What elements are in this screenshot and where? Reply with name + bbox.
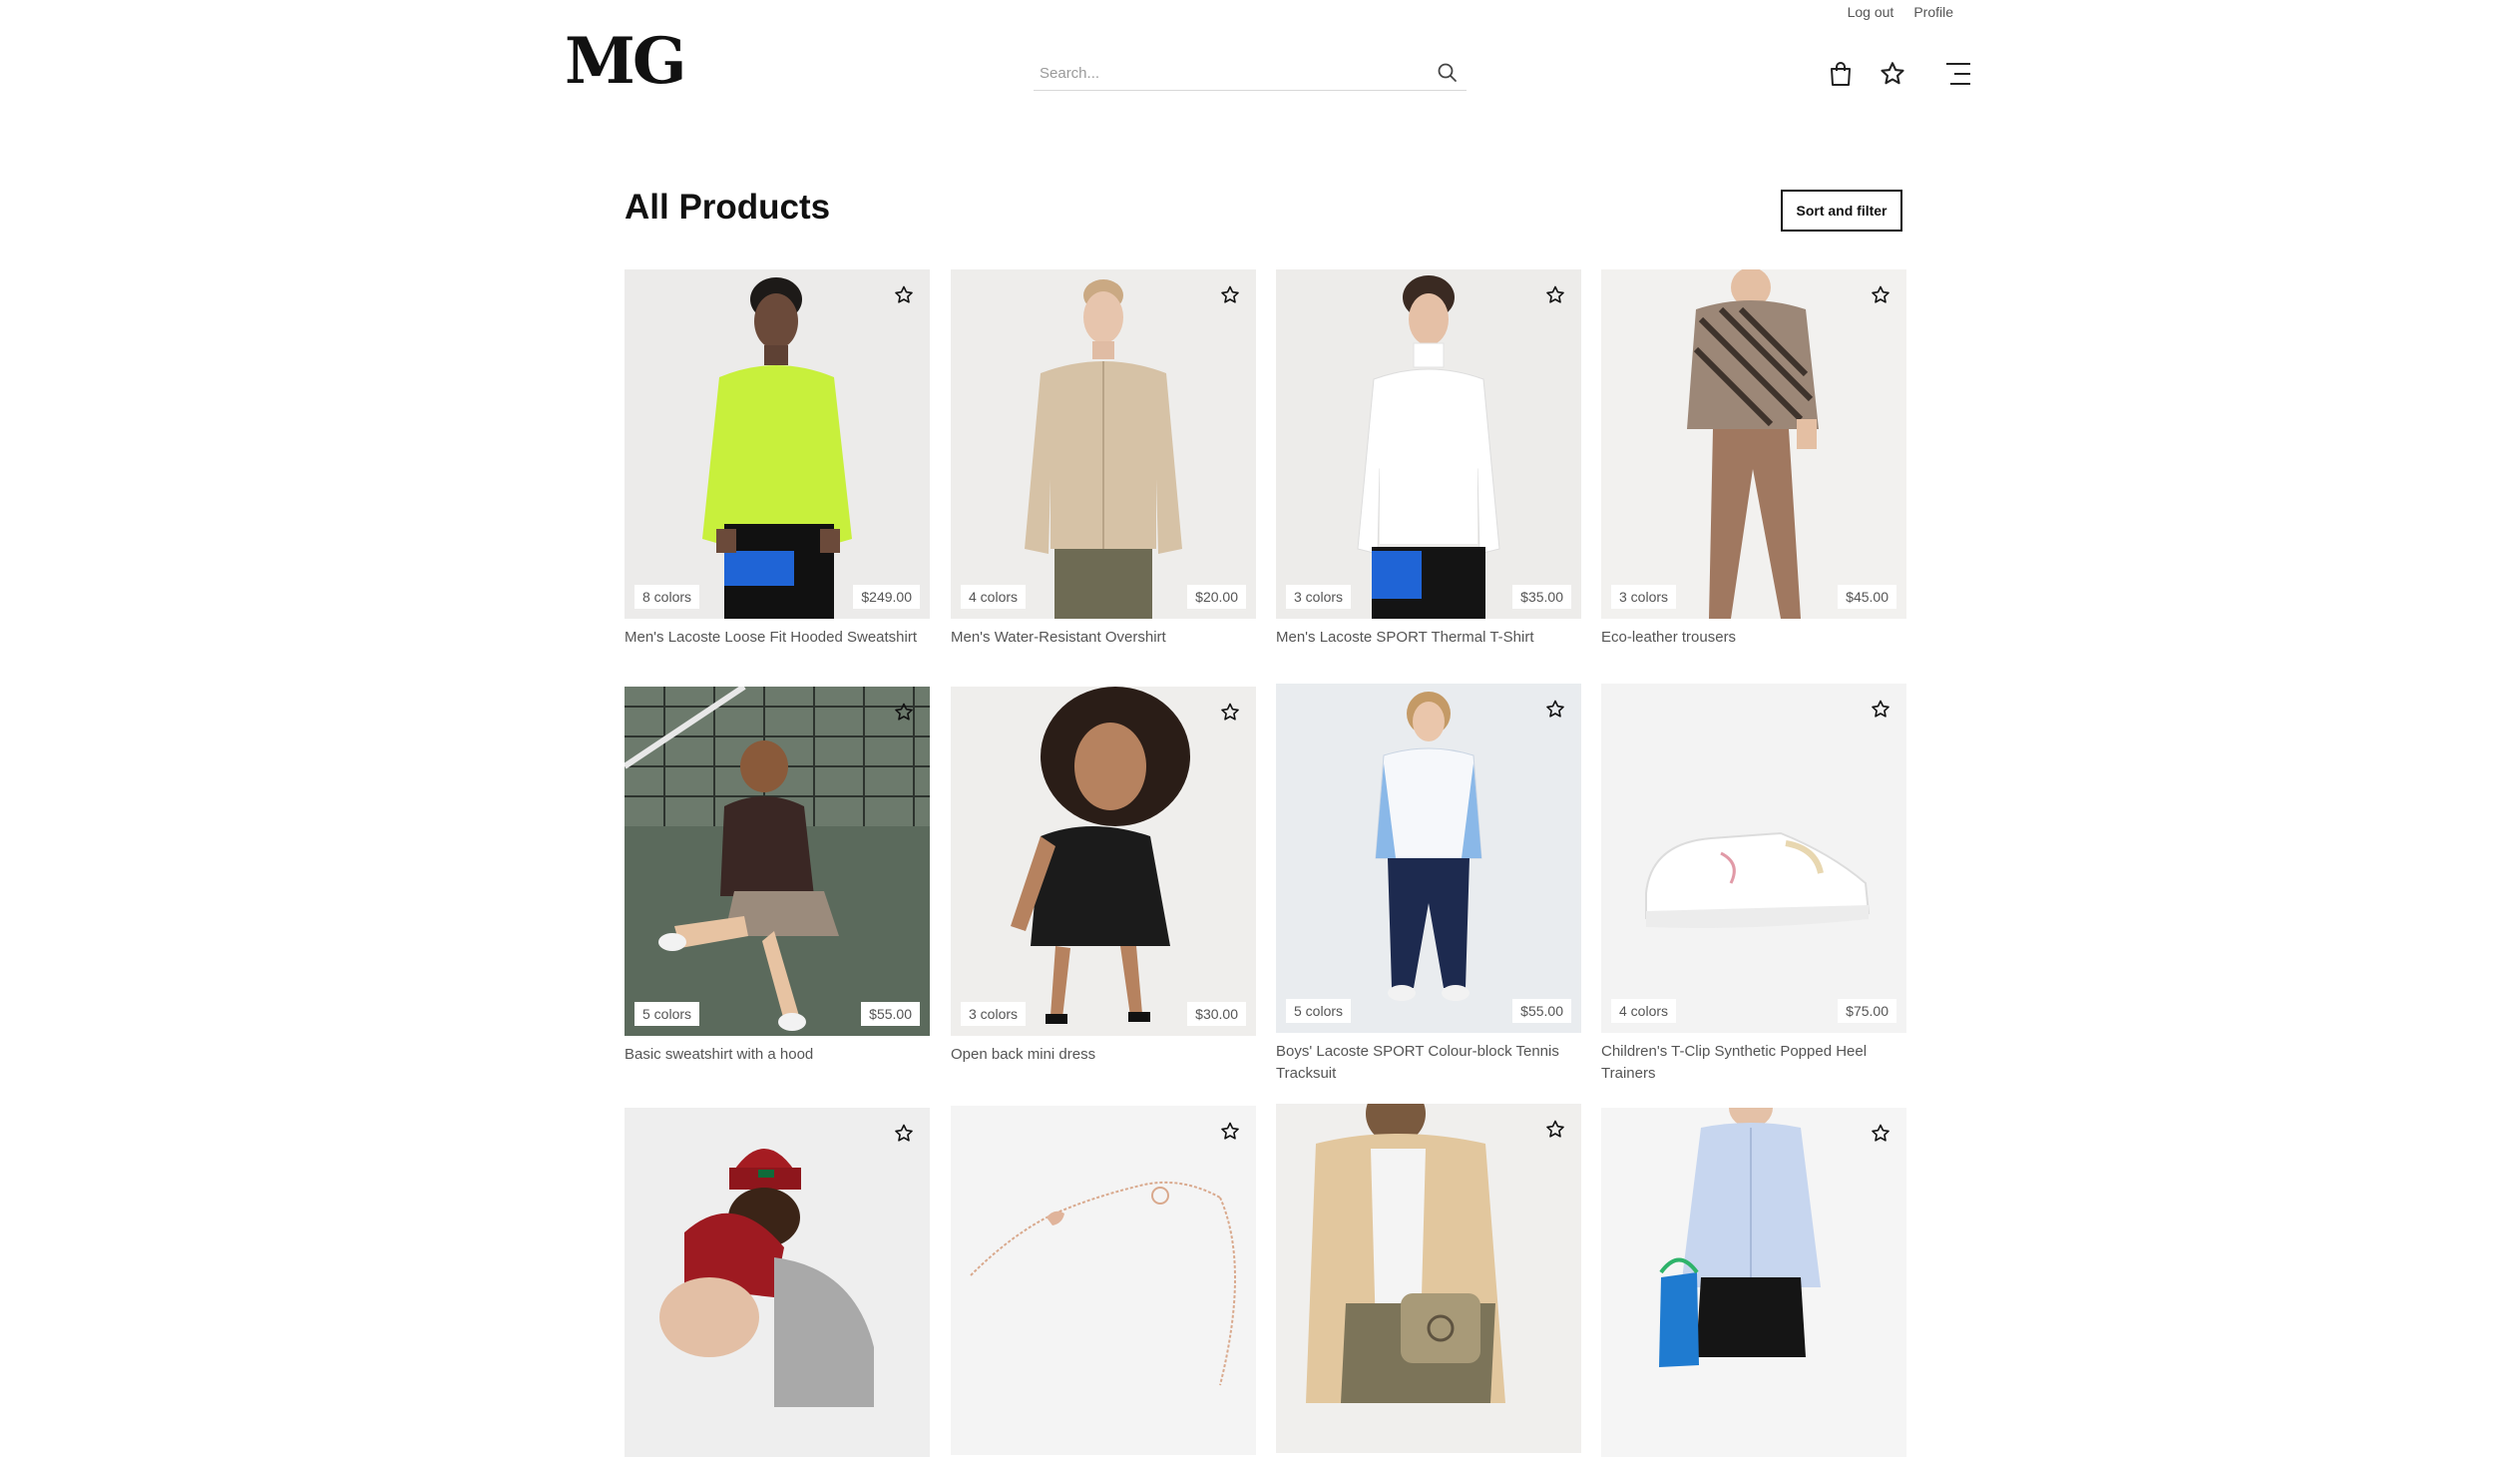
product-image[interactable]: 8 colors $249.00 [625, 269, 930, 619]
product-card[interactable]: 3 colors $30.00 Open back mini dress [951, 687, 1256, 1066]
product-card[interactable] [1276, 1104, 1581, 1453]
price-badge: $30.00 [1187, 1002, 1246, 1026]
product-name[interactable]: Eco-leather trousers [1601, 627, 1906, 649]
price-badge: $55.00 [1512, 999, 1571, 1023]
search-bar [1034, 56, 1467, 91]
price-badge: $20.00 [1187, 585, 1246, 609]
product-card[interactable]: 3 colors $45.00 Eco-leather trousers [1601, 269, 1906, 649]
favorite-star-icon[interactable] [1218, 283, 1242, 307]
logout-link[interactable]: Log out [1848, 4, 1894, 20]
color-count-badge: 3 colors [1286, 585, 1352, 609]
product-image[interactable] [1276, 1104, 1581, 1453]
product-card[interactable] [1601, 1108, 1906, 1457]
product-name[interactable]: Children's T-Clip Synthetic Popped Heel … [1601, 1041, 1906, 1085]
favorite-star-icon[interactable] [892, 1122, 916, 1146]
price-badge: $45.00 [1838, 585, 1896, 609]
favorite-star-icon[interactable] [1543, 1118, 1567, 1142]
product-card[interactable]: 4 colors $75.00 Children's T-Clip Synthe… [1601, 684, 1906, 1085]
logo[interactable]: MG [565, 30, 686, 94]
product-image[interactable]: 3 colors $35.00 [1276, 269, 1581, 619]
favorite-star-icon[interactable] [892, 283, 916, 307]
header-actions [1825, 58, 1974, 90]
favorite-star-icon[interactable] [892, 701, 916, 725]
product-image[interactable] [625, 1108, 930, 1457]
product-image[interactable] [951, 1106, 1256, 1455]
product-card[interactable]: 5 colors $55.00 Basic sweatshirt with a … [625, 687, 930, 1066]
product-name[interactable]: Boys' Lacoste SPORT Colour-block Tennis … [1276, 1041, 1581, 1085]
price-badge: $75.00 [1838, 999, 1896, 1023]
product-image[interactable] [1601, 1108, 1906, 1457]
color-count-badge: 5 colors [634, 1002, 700, 1026]
price-badge: $55.00 [861, 1002, 920, 1026]
star-icon[interactable] [1877, 58, 1908, 90]
menu-icon[interactable] [1942, 58, 1974, 90]
product-card[interactable]: 4 colors $20.00 Men's Water-Resistant Ov… [951, 269, 1256, 649]
color-count-badge: 3 colors [961, 1002, 1027, 1026]
product-image[interactable]: 5 colors $55.00 [1276, 684, 1581, 1033]
product-name[interactable]: Men's Water-Resistant Overshirt [951, 627, 1256, 649]
shopping-bag-icon[interactable] [1825, 58, 1857, 90]
product-image[interactable]: 5 colors $55.00 [625, 687, 930, 1036]
search-icon[interactable] [1437, 62, 1459, 84]
price-badge: $249.00 [853, 585, 920, 609]
product-name[interactable]: Men's Lacoste Loose Fit Hooded Sweatshir… [625, 627, 930, 649]
account-links: Log out Profile [1848, 4, 1953, 20]
product-card[interactable] [625, 1108, 930, 1457]
color-count-badge: 8 colors [634, 585, 700, 609]
product-card[interactable]: 8 colors $249.00 Men's Lacoste Loose Fit… [625, 269, 930, 649]
favorite-star-icon[interactable] [1218, 1120, 1242, 1144]
favorite-star-icon[interactable] [1218, 701, 1242, 725]
search-input[interactable] [1034, 64, 1437, 82]
price-badge: $35.00 [1512, 585, 1571, 609]
favorite-star-icon[interactable] [1869, 283, 1892, 307]
product-card[interactable] [951, 1106, 1256, 1455]
color-count-badge: 5 colors [1286, 999, 1352, 1023]
profile-link[interactable]: Profile [1913, 4, 1953, 20]
page-title: All Products [625, 188, 831, 227]
sort-filter-button[interactable]: Sort and filter [1781, 190, 1902, 232]
product-image[interactable]: 4 colors $20.00 [951, 269, 1256, 619]
product-card[interactable]: 3 colors $35.00 Men's Lacoste SPORT Ther… [1276, 269, 1581, 649]
product-image[interactable]: 3 colors $45.00 [1601, 269, 1906, 619]
product-name[interactable]: Men's Lacoste SPORT Thermal T-Shirt [1276, 627, 1581, 649]
product-name[interactable]: Open back mini dress [951, 1044, 1256, 1066]
color-count-badge: 4 colors [1611, 999, 1677, 1023]
product-name[interactable]: Basic sweatshirt with a hood [625, 1044, 930, 1066]
favorite-star-icon[interactable] [1543, 283, 1567, 307]
favorite-star-icon[interactable] [1543, 698, 1567, 722]
favorite-star-icon[interactable] [1869, 698, 1892, 722]
product-card[interactable]: 5 colors $55.00 Boys' Lacoste SPORT Colo… [1276, 684, 1581, 1085]
product-image[interactable]: 4 colors $75.00 [1601, 684, 1906, 1033]
favorite-star-icon[interactable] [1869, 1122, 1892, 1146]
color-count-badge: 4 colors [961, 585, 1027, 609]
color-count-badge: 3 colors [1611, 585, 1677, 609]
product-image[interactable]: 3 colors $30.00 [951, 687, 1256, 1036]
